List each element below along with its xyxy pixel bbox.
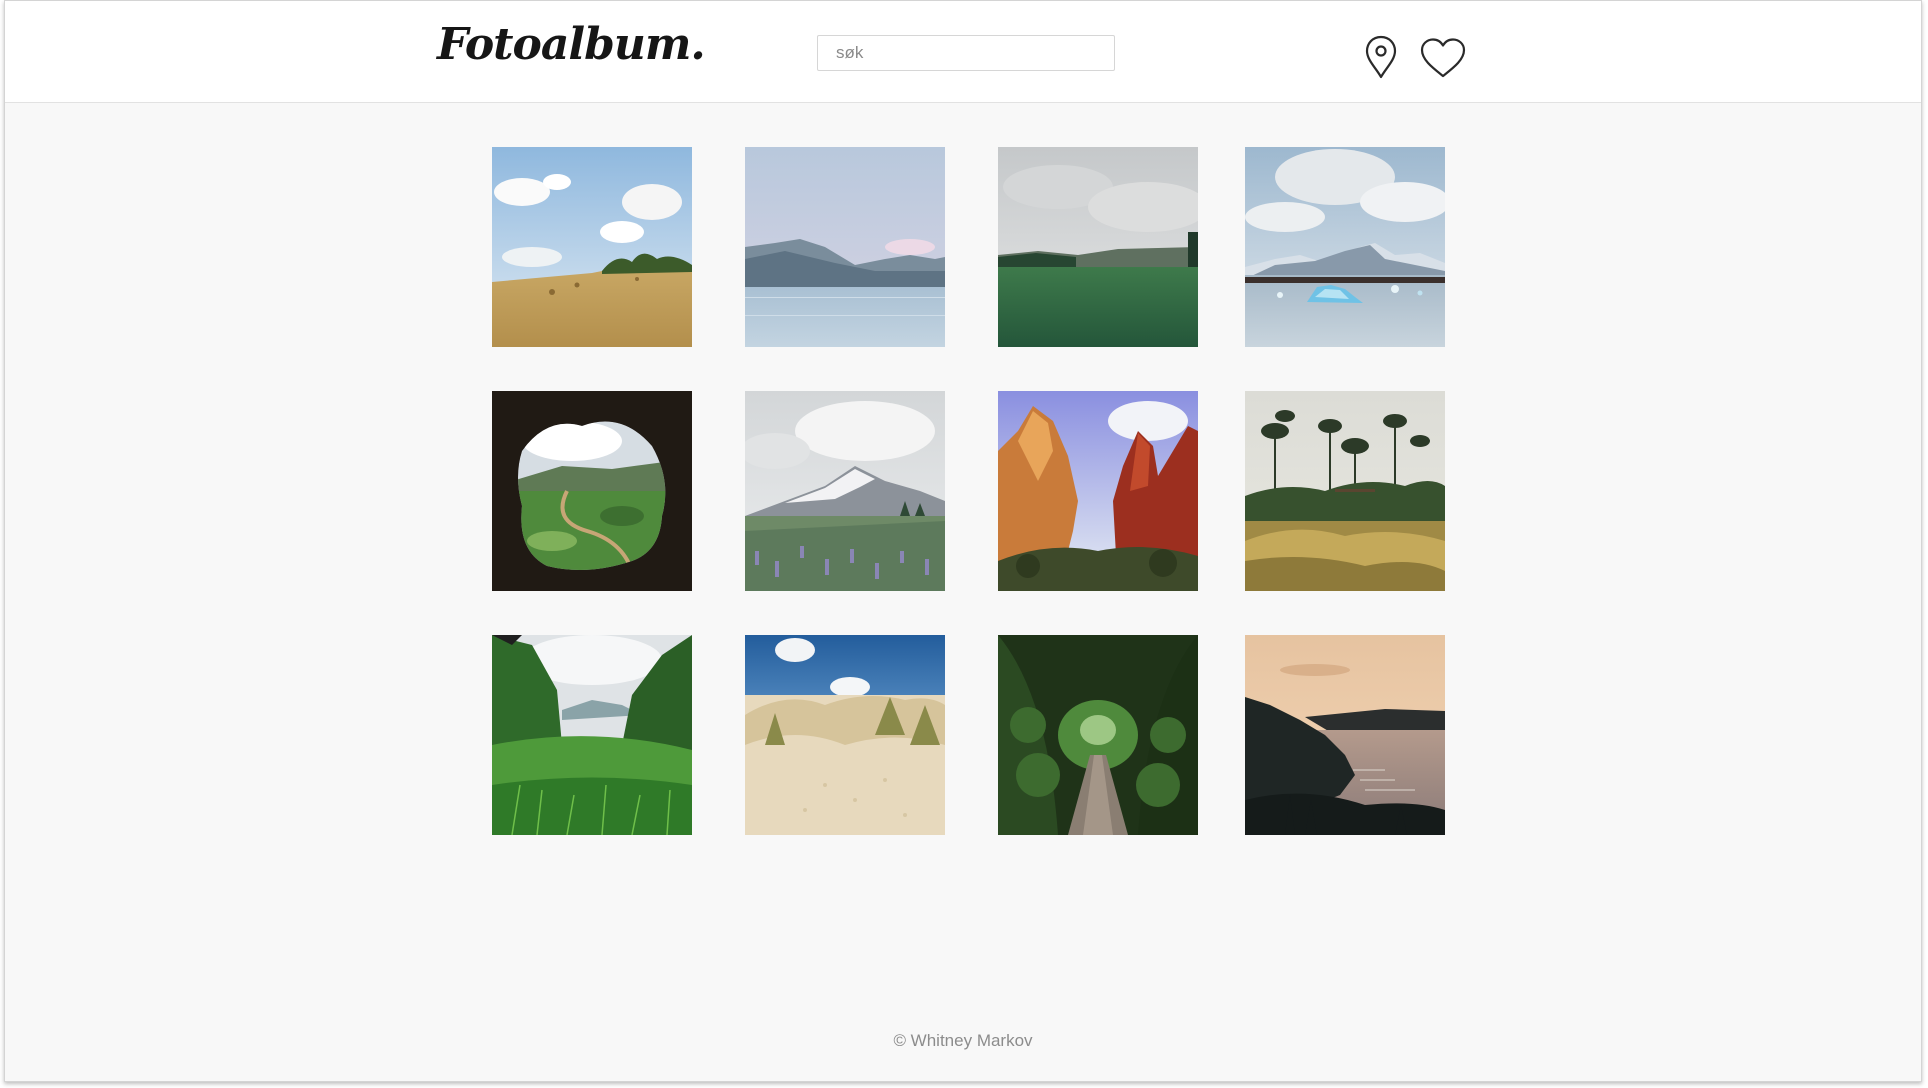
photo-thumbnail[interactable]	[492, 147, 692, 347]
photo-coast-dusk	[1245, 635, 1445, 835]
browser-window: Fotoalbum. søk © Whitney Markov	[4, 0, 1922, 1082]
photo-red-canyon	[998, 391, 1198, 591]
photo-thumbnail[interactable]	[998, 391, 1198, 591]
photo-thumbnail[interactable]	[492, 391, 692, 591]
photo-thumbnail[interactable]	[745, 391, 945, 591]
photo-thumbnail[interactable]	[998, 635, 1198, 835]
site-logo[interactable]: Fotoalbum.	[437, 19, 706, 70]
photo-thumbnail[interactable]	[1245, 391, 1445, 591]
heart-icon[interactable]	[1419, 37, 1467, 79]
photo-thumbnail[interactable]	[1245, 635, 1445, 835]
photo-cave-view	[492, 391, 692, 591]
photo-mountain-lake	[745, 147, 945, 347]
photo-glacier-lagoon	[1245, 147, 1445, 347]
photo-thumbnail[interactable]	[745, 147, 945, 347]
site-header: Fotoalbum.	[5, 1, 1921, 103]
photo-wheat-field	[492, 147, 692, 347]
photo-lupine-field	[745, 391, 945, 591]
photo-jungle-valley	[492, 635, 692, 835]
search-input[interactable]	[817, 35, 1115, 71]
map-pin-icon[interactable]	[1363, 35, 1399, 79]
photo-thumbnail[interactable]	[1245, 147, 1445, 347]
photo-thumbnail[interactable]	[998, 147, 1198, 347]
photo-garden-trees	[1245, 391, 1445, 591]
photo-thumbnail[interactable]	[745, 635, 945, 835]
photo-thumbnail[interactable]	[492, 635, 692, 835]
photo-forest-path	[998, 635, 1198, 835]
photo-sand-dunes	[745, 635, 945, 835]
footer-copyright: © Whitney Markov	[893, 1031, 1033, 1050]
photo-green-meadow	[998, 147, 1198, 347]
